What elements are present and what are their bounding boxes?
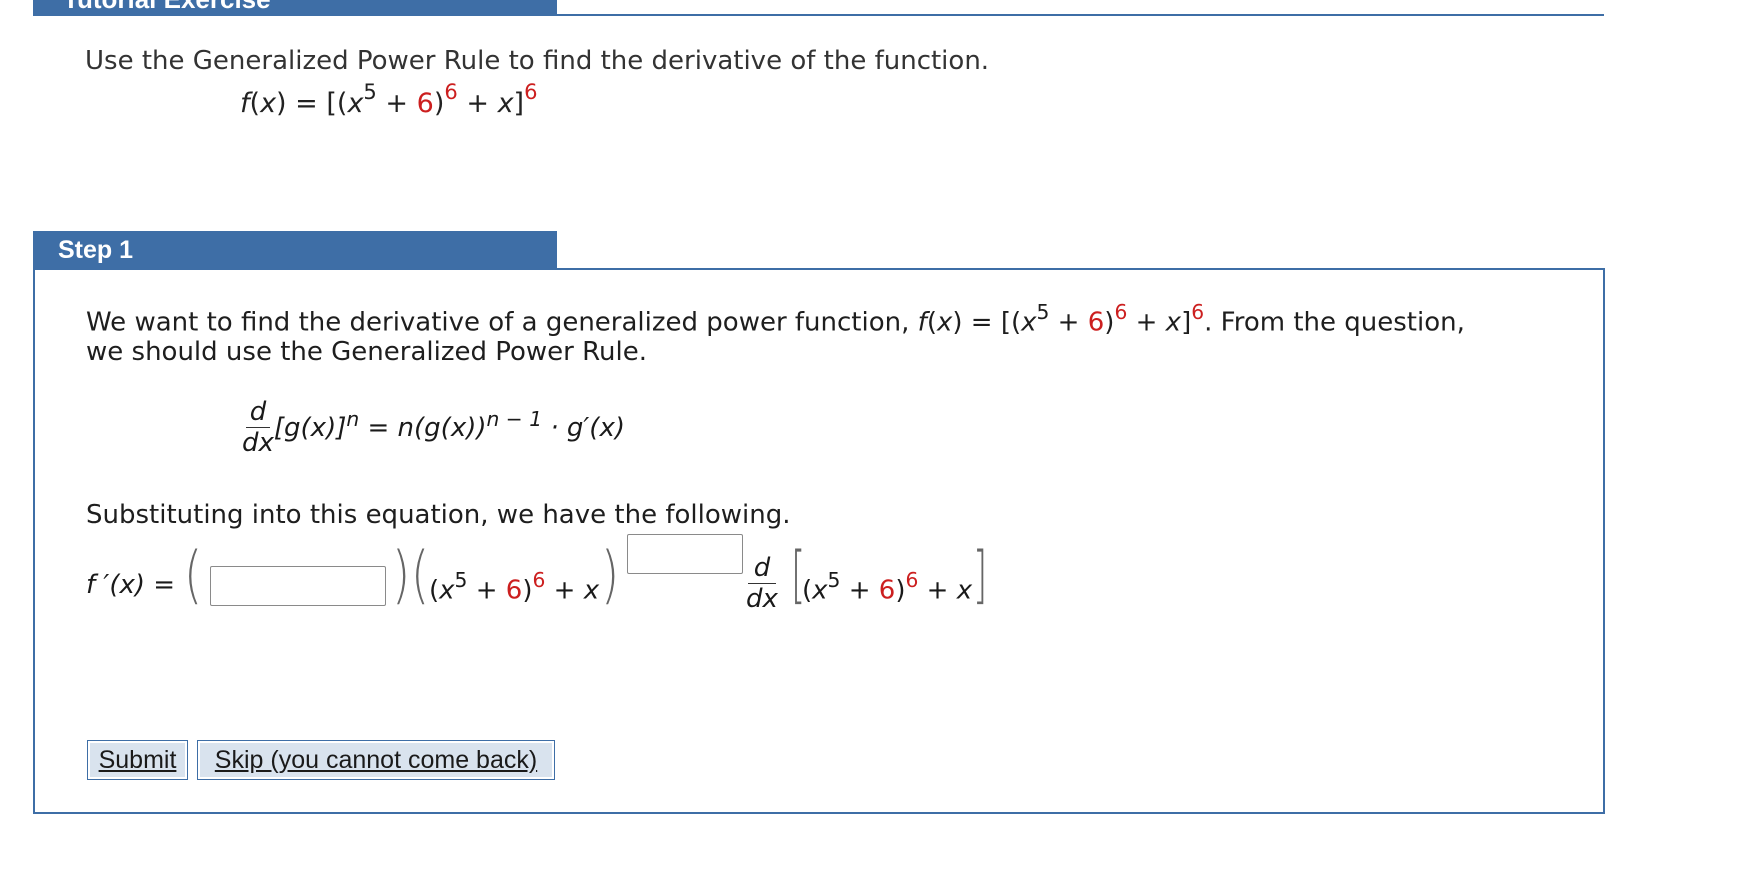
- tutorial-header-tab: Tutorial Exercise: [33, 0, 557, 16]
- close-paren-1: ): [392, 538, 411, 611]
- exp-mid: 6: [444, 79, 458, 105]
- d-dx-fraction-2: d dx: [746, 553, 778, 614]
- step-paragraph-1: We want to find the derivative of a gene…: [86, 299, 1465, 338]
- derivative-expression: (x5 + 6)6 + x: [802, 567, 973, 606]
- question-function: f(x) = [(x5 + 6)6 + x]6: [240, 79, 538, 119]
- open-paren-2: (: [411, 538, 430, 611]
- open-paren-1: (: [184, 538, 203, 611]
- inner-expression: (x5 + 6)6 + x: [429, 567, 600, 606]
- tutorial-header-title: Tutorial Exercise: [63, 0, 271, 15]
- tutorial-page: Tutorial Exercise Use the Generalized Po…: [0, 0, 1754, 876]
- const-six: 6: [416, 88, 434, 119]
- substitute-text: Substituting into this equation, we have…: [86, 500, 791, 530]
- exponent-input[interactable]: [627, 534, 743, 574]
- d-dx-fraction: d dx: [242, 397, 274, 458]
- header-divider: [557, 14, 1604, 16]
- exp-outer: 6: [524, 79, 538, 105]
- close-paren-2: ): [601, 538, 620, 611]
- question-instruction: Use the Generalized Power Rule to find t…: [85, 46, 990, 76]
- fprime-label: f ′(x) =: [86, 570, 176, 600]
- fx-symbol: f: [240, 88, 250, 119]
- step-label: Step 1: [33, 231, 557, 269]
- skip-button[interactable]: Skip (you cannot come back): [197, 740, 555, 780]
- fx-lhs: (x) = [(x: [249, 88, 364, 119]
- submit-button[interactable]: Submit: [87, 740, 188, 780]
- exp-inner: 5: [363, 79, 377, 105]
- step-paragraph-2: we should use the Generalized Power Rule…: [86, 337, 647, 367]
- power-rule-formula: d dx [g(x)] n = n(g(x)) n − 1 · g′(x): [242, 397, 625, 458]
- close-bracket: ]: [972, 538, 988, 611]
- coefficient-input[interactable]: [210, 566, 386, 606]
